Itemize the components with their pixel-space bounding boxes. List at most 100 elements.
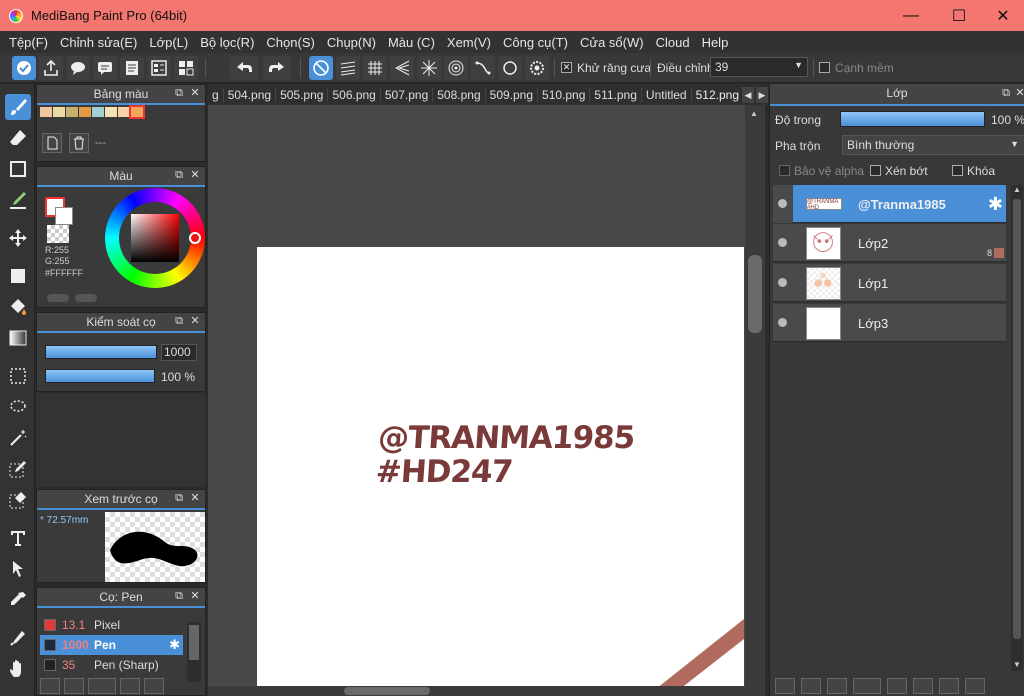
eraser-tool[interactable] <box>5 125 31 151</box>
undo-button[interactable] <box>230 56 258 80</box>
tab-untitled[interactable]: Untitled <box>642 88 692 102</box>
protect-alpha-checkbox[interactable] <box>779 165 790 176</box>
menu-window[interactable]: Cửa sổ(W) <box>574 35 650 50</box>
document-button[interactable] <box>120 56 144 80</box>
select-tool[interactable] <box>5 363 31 389</box>
redo-button[interactable] <box>263 56 291 80</box>
brush-item-pen-sharp[interactable]: 35 Pen (Sharp) <box>40 655 183 675</box>
drawing-canvas[interactable]: @TRANMA1985 #HD247 <box>257 247 744 696</box>
palette-swatch[interactable] <box>53 107 65 117</box>
tab-511[interactable]: 511.png <box>590 88 642 102</box>
radial-snap-button[interactable] <box>417 56 441 80</box>
brush-tool[interactable] <box>5 94 31 120</box>
smooth-edge-checkbox[interactable] <box>819 62 830 73</box>
brush-doc-button[interactable] <box>120 678 140 694</box>
new-brush-button[interactable] <box>64 678 84 694</box>
delete-palette-button[interactable] <box>69 133 89 153</box>
dropper-tool[interactable] <box>5 587 31 613</box>
transparent-color-swatch[interactable] <box>47 225 69 243</box>
snap-settings-button[interactable] <box>525 56 549 80</box>
brush-folder-button[interactable] <box>144 678 164 694</box>
eyedropper-tool[interactable] <box>5 625 31 651</box>
blend-mode-dropdown[interactable]: Bình thường ▼ <box>842 135 1024 155</box>
rectangle-tool[interactable] <box>5 156 31 182</box>
layer-item-lop1[interactable]: Lớp1 <box>773 264 1006 302</box>
close-icon[interactable]: ✕ <box>189 492 201 504</box>
color-mode-button[interactable] <box>75 294 97 302</box>
add-brush-button[interactable] <box>40 678 60 694</box>
scroll-up-icon[interactable]: ▲ <box>750 109 758 118</box>
adjust-dropdown[interactable]: 39 ▼ <box>710 57 808 77</box>
perspective-snap-button[interactable] <box>390 56 414 80</box>
popout-icon[interactable]: ⧉ <box>173 315 185 327</box>
tab-504[interactable]: 504.png <box>224 88 277 102</box>
canvas-horizontal-scrollbar[interactable] <box>208 686 753 696</box>
parallel-snap-button[interactable] <box>336 56 360 80</box>
tab-506[interactable]: 506.png <box>328 88 381 102</box>
visibility-eye-icon[interactable] <box>778 238 787 247</box>
palette-swatch[interactable] <box>118 107 130 117</box>
menu-snap[interactable]: Chụp(N) <box>321 35 382 50</box>
brush-size-slider[interactable] <box>45 345 157 359</box>
close-button[interactable]: ✕ <box>980 0 1024 31</box>
gear-icon[interactable]: ✱ <box>988 194 1003 215</box>
menu-select[interactable]: Chọn(S) <box>260 35 320 50</box>
duplicate-layer-button[interactable] <box>913 678 933 694</box>
color-mode-button[interactable] <box>47 294 69 302</box>
comment-button[interactable] <box>66 56 90 80</box>
layer-item-lop2[interactable]: Lớp2 8 <box>773 224 1006 262</box>
close-icon[interactable]: ✕ <box>189 315 201 327</box>
palette-swatch[interactable] <box>40 107 52 117</box>
palette-swatch-selected[interactable] <box>129 105 145 119</box>
line-brush-tool[interactable] <box>5 187 31 213</box>
merge-layer-button[interactable] <box>939 678 959 694</box>
layer-item-tranma[interactable]: @TRANMA #HD @Tranma1985 ✱ <box>773 185 1006 223</box>
menu-view[interactable]: Xem(V) <box>441 35 497 50</box>
close-icon[interactable]: ✕ <box>189 590 201 602</box>
popout-icon[interactable]: ⧉ <box>173 169 185 181</box>
maximize-button[interactable]: ☐ <box>936 0 982 31</box>
popout-icon[interactable]: ⧉ <box>173 590 185 602</box>
panel-layout-button[interactable] <box>147 56 171 80</box>
tab-505[interactable]: 505.png <box>276 88 329 102</box>
lasso-tool[interactable] <box>5 394 31 420</box>
visibility-eye-icon[interactable] <box>778 199 787 208</box>
hand-tool[interactable] <box>5 656 31 682</box>
palette-swatch[interactable] <box>92 107 104 117</box>
gradient-tool[interactable] <box>5 325 31 351</box>
minimize-button[interactable]: — <box>888 0 934 31</box>
hue-wheel[interactable] <box>105 188 205 288</box>
layer-folder-button[interactable] <box>887 678 907 694</box>
canvas-horizontal-thumb[interactable] <box>344 687 430 695</box>
menu-edit[interactable]: Chỉnh sửa(E) <box>54 35 143 50</box>
menu-file[interactable]: Tệp(F) <box>3 35 54 50</box>
lock-checkbox[interactable] <box>952 165 963 176</box>
tab-509[interactable]: 509.png <box>486 88 539 102</box>
brush-size-input[interactable]: 1000 <box>161 344 197 361</box>
add-layer-button[interactable] <box>775 678 795 694</box>
move-tool[interactable] <box>5 225 31 251</box>
upload-button[interactable] <box>39 56 63 80</box>
menu-color[interactable]: Màu (C) <box>382 35 441 50</box>
fill-rect-tool[interactable] <box>5 263 31 289</box>
snap-off-button[interactable] <box>309 56 333 80</box>
magic-wand-tool[interactable] <box>5 425 31 451</box>
new-palette-button[interactable] <box>42 133 62 153</box>
select-pen-tool[interactable] <box>5 456 31 482</box>
curve-snap-button[interactable] <box>471 56 495 80</box>
gear-icon[interactable]: ✱ <box>169 637 180 653</box>
tab-508[interactable]: 508.png <box>433 88 486 102</box>
tab-510[interactable]: 510.png <box>538 88 591 102</box>
saturation-value-square[interactable] <box>131 214 179 262</box>
clipping-checkbox[interactable] <box>870 165 881 176</box>
menu-help[interactable]: Help <box>696 35 735 50</box>
brush-item-pixel[interactable]: 13.1 Pixel <box>40 615 183 635</box>
popout-icon[interactable]: ⧉ <box>173 87 185 99</box>
menu-tools[interactable]: Công cụ(T) <box>497 35 574 50</box>
brush-menu-button[interactable] <box>88 678 116 694</box>
scroll-up-icon[interactable]: ▲ <box>1013 185 1021 194</box>
antialias-checkbox[interactable]: ✕ <box>561 62 572 73</box>
palette-swatch[interactable] <box>66 107 78 117</box>
tab-scroll-left-icon[interactable]: ◀ <box>742 87 754 103</box>
cloud-sync-button[interactable] <box>12 56 36 80</box>
